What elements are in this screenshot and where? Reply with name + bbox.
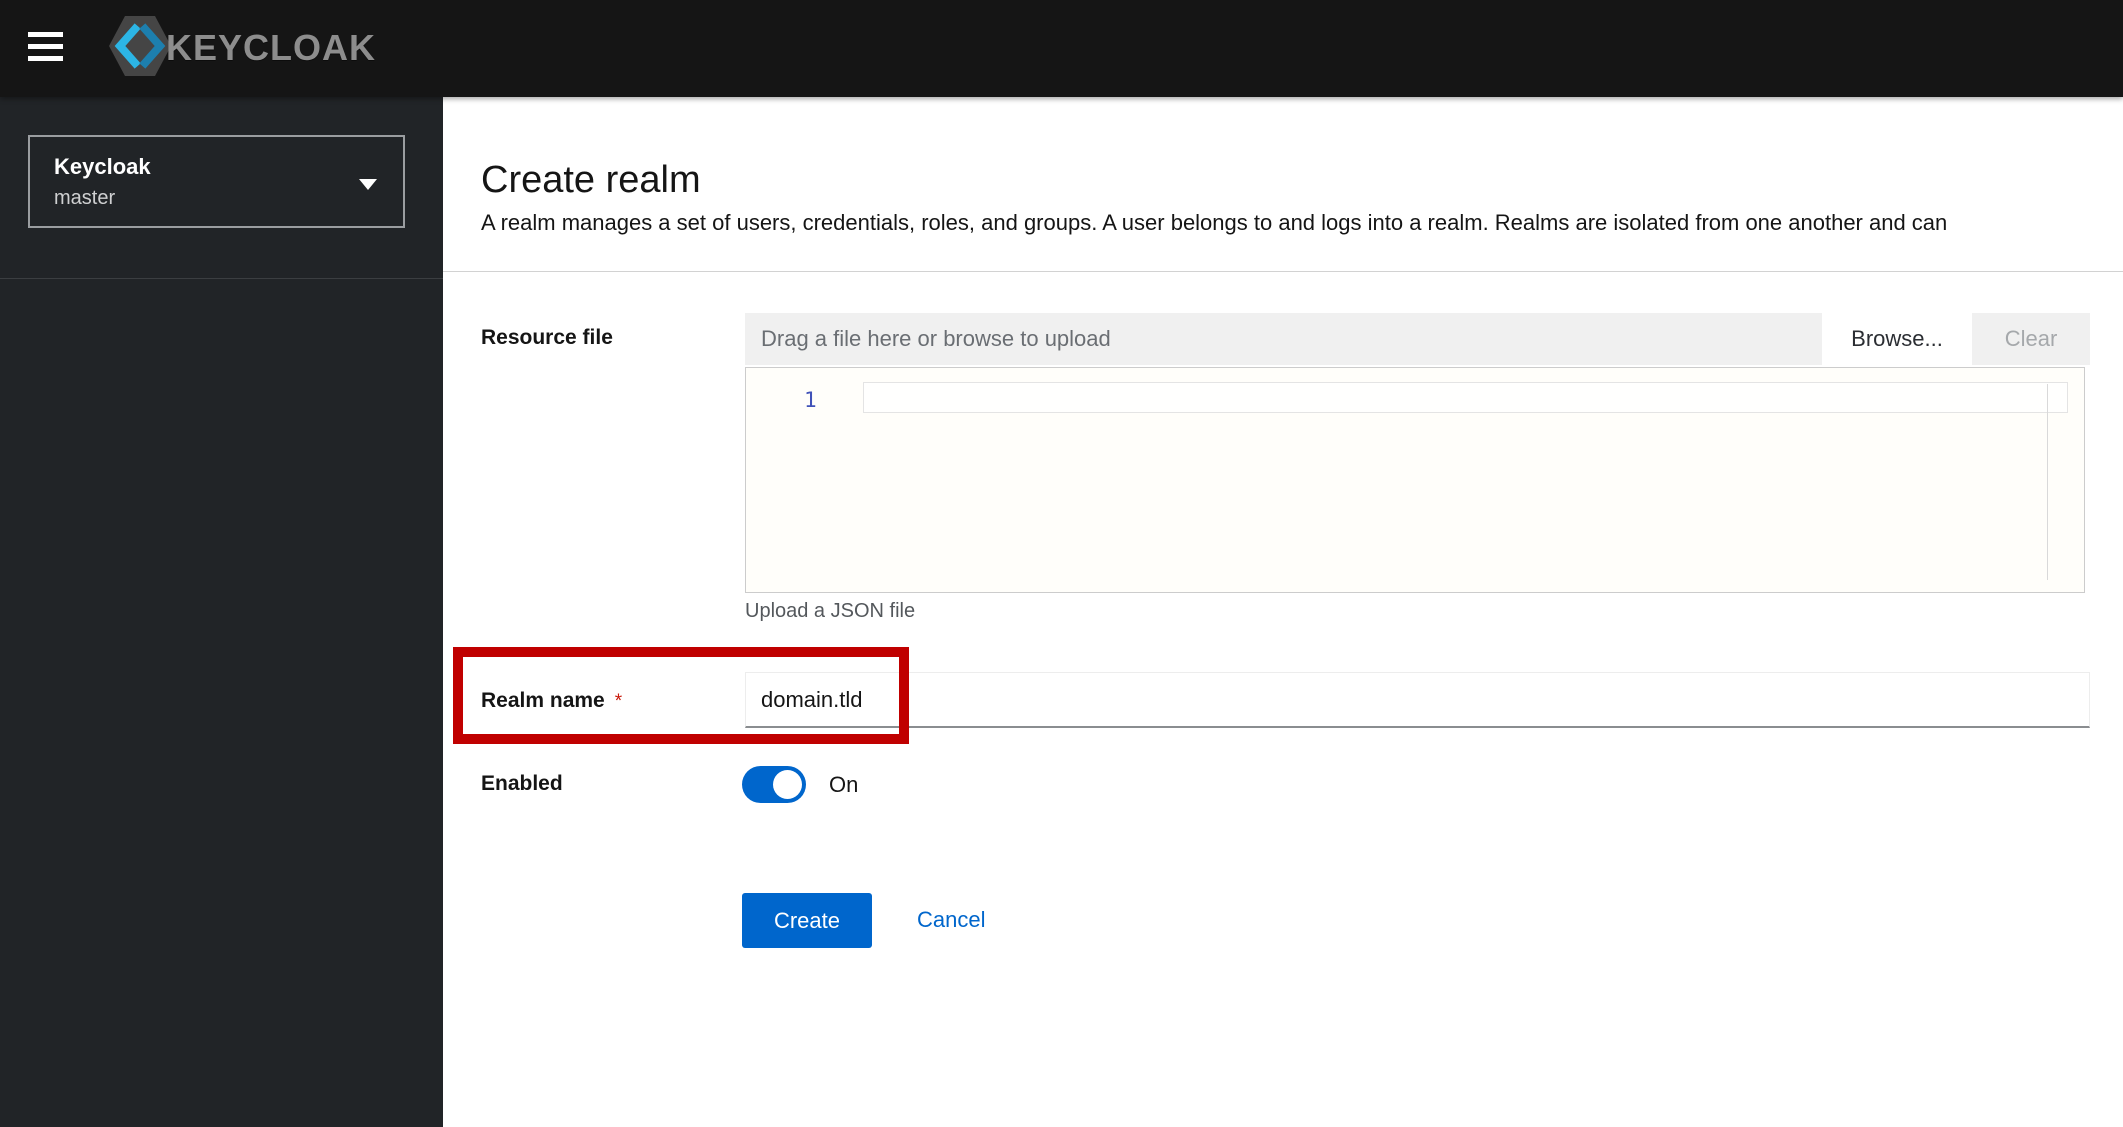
realm-selector-title: Keycloak bbox=[54, 153, 151, 179]
sidebar: Keycloak master bbox=[0, 97, 443, 1127]
file-upload-input[interactable] bbox=[745, 313, 1822, 365]
brand-text: KEYCLOAK bbox=[166, 27, 377, 68]
resource-file-label: Resource file bbox=[481, 326, 613, 349]
cancel-link[interactable]: Cancel bbox=[917, 907, 985, 933]
toggle-knob-icon bbox=[773, 770, 802, 799]
clear-button[interactable]: Clear bbox=[1972, 313, 2090, 365]
realm-name-label: Realm name * bbox=[481, 689, 622, 713]
enabled-toggle[interactable] bbox=[742, 766, 806, 803]
realm-name-input[interactable] bbox=[745, 672, 2090, 728]
upload-helper-text: Upload a JSON file bbox=[745, 600, 916, 622]
editor-line-number: 1 bbox=[804, 388, 817, 412]
keycloak-logo-icon bbox=[108, 13, 172, 84]
editor-scrollbar-track bbox=[2047, 384, 2048, 580]
realm-selector-current: master bbox=[54, 186, 116, 209]
keycloak-logo[interactable]: KEYCLOAK bbox=[108, 14, 376, 82]
realm-selector-dropdown[interactable]: Keycloak master bbox=[28, 135, 405, 228]
enabled-label: Enabled bbox=[481, 772, 563, 795]
editor-active-line bbox=[863, 382, 2068, 413]
masthead: KEYCLOAK bbox=[0, 0, 2123, 97]
page-title: Create realm bbox=[481, 159, 701, 201]
file-upload-group: Browse... Clear bbox=[745, 313, 2090, 365]
create-button[interactable]: Create bbox=[742, 893, 872, 948]
main-content: Create realm A realm manages a set of us… bbox=[443, 97, 2123, 1127]
hamburger-icon bbox=[28, 31, 72, 61]
json-code-editor[interactable]: 1 bbox=[745, 367, 2085, 593]
required-indicator: * bbox=[614, 691, 623, 712]
nav-toggle-button[interactable] bbox=[28, 26, 72, 66]
enabled-state-label: On bbox=[829, 772, 859, 797]
page-description: A realm manages a set of users, credenti… bbox=[481, 210, 1948, 235]
browse-button[interactable]: Browse... bbox=[1822, 313, 1972, 365]
caret-down-icon bbox=[359, 179, 377, 190]
realm-name-label-text: Realm name bbox=[481, 689, 605, 712]
sidebar-divider bbox=[0, 278, 443, 279]
header-divider bbox=[443, 271, 2123, 272]
